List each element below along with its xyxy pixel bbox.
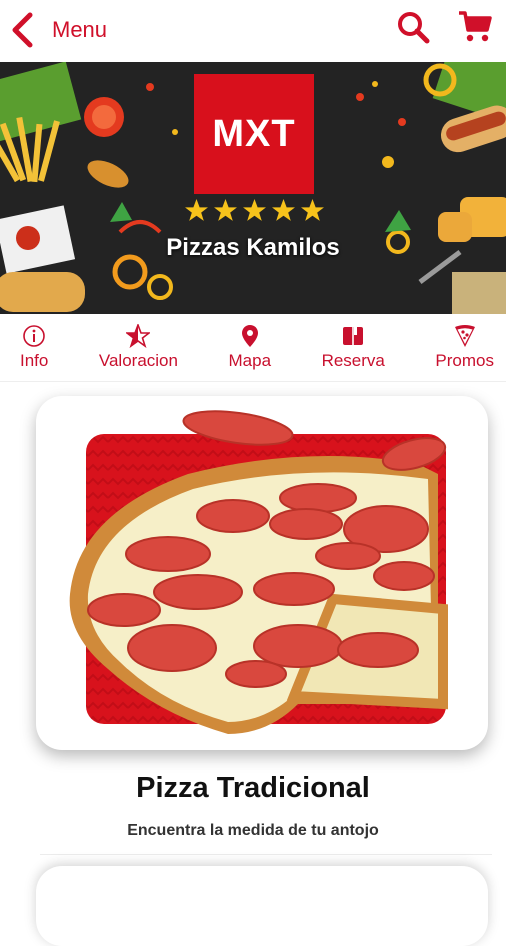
chevron-left-icon: [12, 12, 33, 48]
logo-text: MXT: [212, 112, 296, 155]
tab-mapa[interactable]: Mapa: [228, 318, 272, 381]
restaurant-banner: MXT Pizzas Kamilos: [0, 62, 506, 314]
star-icon: [272, 199, 295, 221]
star-icon: [185, 199, 208, 221]
product-subtitle: Encuentra la medida de tu antojo: [127, 822, 379, 839]
tab-reserva[interactable]: Reserva: [322, 318, 385, 381]
product-card[interactable]: [36, 396, 488, 750]
divider: [40, 854, 492, 855]
product-card-next[interactable]: [36, 866, 488, 946]
star-icon: [301, 199, 324, 221]
tab-valoracion-label: Valoracion: [98, 351, 178, 370]
search-icon[interactable]: [396, 10, 430, 44]
tab-valoracion[interactable]: Valoracion: [99, 318, 178, 381]
back-button[interactable]: Menu: [8, 10, 107, 50]
top-bar: Menu: [0, 0, 506, 60]
book-icon: [343, 327, 364, 345]
pizza-image: [69, 410, 448, 734]
product-title: Pizza Tradicional: [136, 772, 370, 804]
tab-mapa-label: Mapa: [228, 351, 272, 370]
tab-info[interactable]: Info: [20, 318, 48, 381]
pizza-slice-icon: [454, 325, 475, 347]
tab-info-label: Info: [20, 351, 49, 370]
back-label: Menu: [52, 17, 108, 42]
info-tabs: Info Valoracion Mapa Reserva Promos: [0, 318, 506, 382]
restaurant-name: Pizzas Kamilos: [166, 234, 340, 261]
cart-icon[interactable]: [458, 10, 492, 44]
star-icon: [214, 199, 237, 221]
star-rating-icon: [126, 324, 151, 348]
rating-stars: [184, 198, 325, 223]
tab-promos-label: Promos: [435, 351, 494, 370]
tab-promos[interactable]: Promos: [435, 318, 494, 381]
map-pin-icon: [241, 325, 258, 347]
tab-reserva-label: Reserva: [321, 351, 385, 370]
star-icon: [243, 199, 266, 221]
restaurant-logo: MXT: [194, 74, 314, 194]
info-icon: [23, 325, 45, 347]
